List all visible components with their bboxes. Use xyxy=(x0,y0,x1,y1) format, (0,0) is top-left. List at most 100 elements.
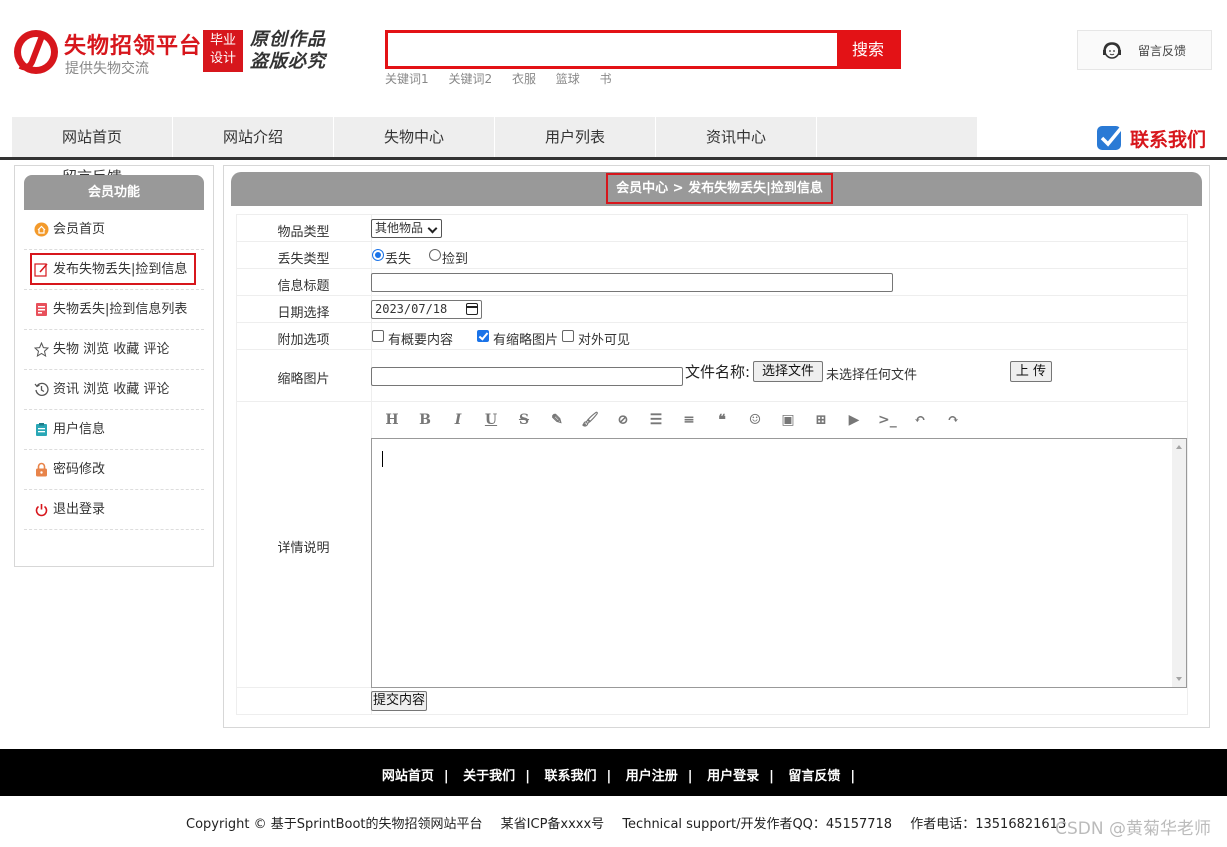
sidebar-item-user-info[interactable]: 用户信息 xyxy=(24,410,204,450)
footer-link-home[interactable]: 网站首页 xyxy=(382,769,434,784)
link-icon[interactable]: ⊘ xyxy=(614,411,632,429)
date-picker[interactable]: 2023/07/18 xyxy=(371,300,482,319)
underline-icon[interactable]: U xyxy=(482,411,500,429)
editor-toolbar: H B I U S ✎ 🖌︎ ⊘ ☰ ≡ ❝ ☺ ▣ ⊞ ▶ >_ ↶ ↷ xyxy=(371,402,1189,438)
extra-label: 附加选项 xyxy=(277,333,330,348)
checkbox-thumbnail-label: 有缩略图片 xyxy=(493,333,559,348)
keyword-link[interactable]: 关键词2 xyxy=(448,72,492,86)
table-icon[interactable]: ⊞ xyxy=(812,411,830,429)
home-icon xyxy=(34,222,49,237)
lock-icon xyxy=(36,462,47,477)
editor-scrollbar[interactable] xyxy=(1172,439,1186,687)
history-icon xyxy=(34,382,49,396)
checkbox-summary[interactable] xyxy=(372,330,384,342)
feedback-button[interactable]: 留言反馈 xyxy=(1077,30,1212,70)
checkbox-public[interactable] xyxy=(562,330,574,342)
power-icon xyxy=(35,504,48,517)
sidebar-item-news-browse[interactable]: 资讯 浏览 收藏 评论 xyxy=(24,370,204,410)
upload-button[interactable]: 上 传 xyxy=(1010,361,1052,382)
highlight-box xyxy=(30,253,196,285)
image-icon[interactable]: ▣ xyxy=(779,411,797,429)
sidebar-item-publish[interactable]: 发布失物丢失|捡到信息 xyxy=(24,250,204,290)
sidebar-title: 会员功能 xyxy=(24,175,204,210)
submit-button[interactable]: 提交内容 xyxy=(371,691,427,711)
footer-link-contact[interactable]: 联系我们 xyxy=(544,769,596,784)
sidebar-item-member-home[interactable]: 会员首页 xyxy=(24,210,204,250)
sidebar-item-logout[interactable]: 退出登录 xyxy=(24,490,204,530)
sidebar-item-list[interactable]: 失物丢失|捡到信息列表 xyxy=(24,290,204,330)
undo-icon[interactable]: ↶ xyxy=(911,411,929,429)
brush-icon[interactable]: 🖌︎ xyxy=(581,411,599,429)
sidebar-item-label: 失物 浏览 收藏 评论 xyxy=(53,342,170,357)
strikethrough-icon[interactable]: S xyxy=(515,411,533,429)
checkbox-summary-label: 有概要内容 xyxy=(388,333,454,348)
checkbox-thumbnail[interactable] xyxy=(477,330,489,342)
pen-icon[interactable]: ✎ xyxy=(548,411,566,429)
form-row-loss-type: 丢失类型 丢失 捡到 xyxy=(236,242,1188,269)
keyword-link[interactable]: 关键词1 xyxy=(385,72,429,86)
file-name-label: 文件名称: xyxy=(685,363,751,381)
date-value: 2023/07/18 xyxy=(375,302,448,316)
nav-item-lost-center[interactable]: 失物中心 xyxy=(334,117,495,157)
title-input[interactable] xyxy=(371,273,893,292)
align-icon[interactable]: ≡ xyxy=(680,411,698,429)
user-info-icon xyxy=(36,423,47,436)
quote-icon[interactable]: ❝ xyxy=(713,411,731,429)
sidebar-item-label: 会员首页 xyxy=(53,222,106,237)
bold-icon[interactable]: B xyxy=(416,411,434,429)
site-name[interactable]: 失物招领平台 xyxy=(64,28,202,60)
support-text: Technical support/开发作者QQ：45157718 xyxy=(622,817,893,832)
choose-file-button[interactable]: 选择文件 xyxy=(753,361,823,382)
text-caret xyxy=(382,451,383,467)
badge-line2: 设计 xyxy=(209,51,236,66)
detail-editor[interactable] xyxy=(371,438,1187,688)
sidebar-item-label: 密码修改 xyxy=(53,462,106,477)
graduation-badge: 毕业 设计 xyxy=(203,30,243,72)
form-row-title: 信息标题 xyxy=(236,269,1188,296)
sidebar-menu: 会员首页 发布失物丢失|捡到信息 失物丢失|捡到信息列表 失物 浏览 收藏 评论… xyxy=(24,210,204,530)
form-row-item-type: 物品类型 其他物品 xyxy=(236,215,1188,242)
footer-link-register[interactable]: 用户注册 xyxy=(626,769,678,784)
radio-found[interactable] xyxy=(429,249,441,261)
footer-link-feedback[interactable]: 留言反馈 xyxy=(788,769,840,784)
feedback-label: 留言反馈 xyxy=(1138,44,1187,58)
form-row-submit: 提交内容 xyxy=(236,688,1188,715)
keyword-link[interactable]: 篮球 xyxy=(556,72,580,86)
footer-nav: 网站首页 | 关于我们 | 联系我们 | 用户注册 | 用户登录 | 留言反馈 | xyxy=(0,749,1227,796)
heading-icon[interactable]: H xyxy=(383,411,401,429)
sidebar-item-lost-browse[interactable]: 失物 浏览 收藏 评论 xyxy=(24,330,204,370)
video-icon[interactable]: ▶ xyxy=(845,411,863,429)
sidebar-item-label: 退出登录 xyxy=(53,502,106,517)
site-logo-icon[interactable] xyxy=(12,28,62,76)
main-nav: 网站首页 网站介绍 失物中心 用户列表 资讯中心 留言反馈 xyxy=(12,117,977,197)
search-button[interactable]: 搜索 xyxy=(837,32,899,67)
thumbnail-path-input[interactable] xyxy=(371,367,683,386)
badge-line1: 毕业 xyxy=(209,33,236,48)
emoji-icon[interactable]: ☺ xyxy=(746,411,764,429)
nav-item-user-list[interactable]: 用户列表 xyxy=(495,117,656,157)
nav-item-news[interactable]: 资讯中心 xyxy=(656,117,817,157)
keyword-link[interactable]: 衣服 xyxy=(512,72,536,86)
footer-link-login[interactable]: 用户登录 xyxy=(707,769,759,784)
bullet-list-icon[interactable]: ☰ xyxy=(647,411,665,429)
loss-type-label: 丢失类型 xyxy=(277,252,330,267)
calendar-icon[interactable] xyxy=(466,303,478,315)
star-icon xyxy=(34,342,49,357)
site-slogan: 提供失物交流 xyxy=(65,61,149,77)
keyword-link[interactable]: 书 xyxy=(600,72,612,86)
search-input[interactable] xyxy=(388,33,840,66)
search-box: 搜索 xyxy=(385,30,901,69)
sidebar-item-password[interactable]: 密码修改 xyxy=(24,450,204,490)
nav-item-about[interactable]: 网站介绍 xyxy=(173,117,334,157)
footer-link-about[interactable]: 关于我们 xyxy=(463,769,515,784)
item-type-select[interactable]: 其他物品 xyxy=(371,219,443,238)
nav-item-home[interactable]: 网站首页 xyxy=(12,117,173,157)
headset-icon xyxy=(1103,42,1121,59)
original-work-stamp: 原创作品 盗版必究 xyxy=(250,29,326,73)
redo-icon[interactable]: ↷ xyxy=(944,411,962,429)
radio-lost[interactable] xyxy=(372,249,384,261)
code-icon[interactable]: >_ xyxy=(878,411,897,429)
italic-icon[interactable]: I xyxy=(449,411,467,429)
icp-text: 某省ICP备xxxx号 xyxy=(500,817,605,832)
watermark: CSDN @黄菊华老师 xyxy=(1055,819,1211,839)
